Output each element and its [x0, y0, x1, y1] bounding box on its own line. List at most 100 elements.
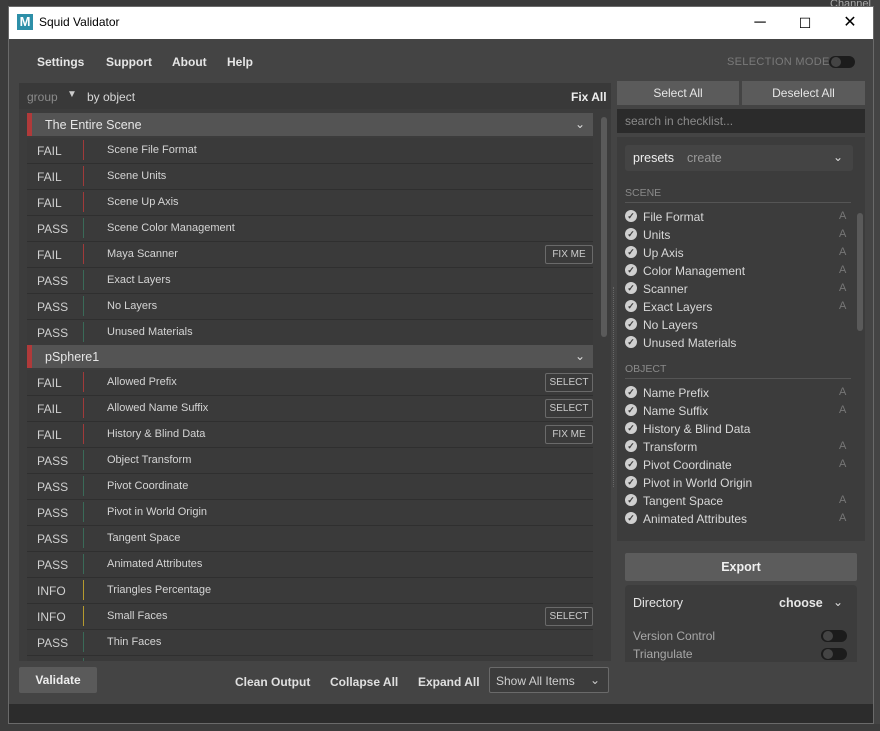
status-separator [83, 140, 84, 160]
check-circle-icon[interactable]: ✓ [625, 210, 637, 222]
minimize-button[interactable]: ─ [737, 7, 783, 39]
check-circle-icon[interactable]: ✓ [625, 318, 637, 330]
result-row[interactable]: PASS Animated Attributes [27, 552, 593, 578]
directory-choose-button[interactable]: choose [779, 596, 823, 610]
maximize-button[interactable]: ☐ [782, 7, 828, 39]
result-row[interactable]: FAIL Scene File Format [27, 138, 593, 164]
collapse-all-button[interactable]: Collapse All [330, 675, 398, 689]
results-scrollbar[interactable] [601, 117, 607, 337]
result-row[interactable]: FAIL Scene Units [27, 164, 593, 190]
close-button[interactable]: ✕ [827, 7, 873, 39]
checklist-item[interactable]: ✓ Name Prefix A [625, 384, 851, 402]
checklist-item[interactable]: ✓ Up Axis A [625, 244, 851, 262]
status-separator [83, 424, 84, 444]
check-circle-icon[interactable]: ✓ [625, 386, 637, 398]
select-all-button[interactable]: Select All [617, 81, 739, 105]
export-button[interactable]: Export [625, 553, 857, 581]
check-circle-icon[interactable]: ✓ [625, 422, 637, 434]
checklist-item[interactable]: ✓ Pivot Coordinate A [625, 456, 851, 474]
check-circle-icon[interactable]: ✓ [625, 440, 637, 452]
result-row[interactable]: PASS Pivot in World Origin [27, 500, 593, 526]
result-row[interactable]: FAIL Allowed Prefix SELECT [27, 370, 593, 396]
result-row[interactable]: PASS Object Transform [27, 448, 593, 474]
status-separator [83, 398, 84, 418]
deselect-all-button[interactable]: Deselect All [742, 81, 865, 105]
presets-create[interactable]: create [687, 151, 722, 165]
panel-splitter[interactable] [613, 287, 615, 487]
result-row[interactable]: PASSN-Gons [27, 656, 593, 661]
auto-fix-tag: A [839, 440, 847, 452]
section-header-psphere1[interactable]: pSphere1 ⌄ [27, 345, 593, 368]
checklist-item[interactable]: ✓ Exact Layers A [625, 298, 851, 316]
checklist-item[interactable]: ✓ Units A [625, 226, 851, 244]
result-row[interactable]: FAIL Allowed Name Suffix SELECT [27, 396, 593, 422]
checklist-item-label: Up Axis [643, 246, 684, 260]
result-row[interactable]: PASS Exact Layers [27, 268, 593, 294]
fix-all-button[interactable]: Fix All [571, 90, 607, 104]
clean-output-button[interactable]: Clean Output [235, 675, 310, 689]
check-circle-icon[interactable]: ✓ [625, 512, 637, 524]
section-header-scene[interactable]: The Entire Scene ⌄ [27, 113, 593, 136]
export-option-toggle[interactable] [821, 648, 847, 660]
checklist-item[interactable]: ✓ Transform A [625, 438, 851, 456]
chevron-down-icon[interactable]: ⌄ [833, 595, 843, 609]
check-circle-icon[interactable]: ✓ [625, 336, 637, 348]
result-row[interactable]: PASS Tangent Space [27, 526, 593, 552]
checklist-item[interactable]: ✓ Color Management A [625, 262, 851, 280]
checklist-item[interactable]: ✓ No Layers [625, 316, 851, 334]
fix-me-button[interactable]: FIX ME [545, 425, 593, 444]
check-circle-icon[interactable]: ✓ [625, 246, 637, 258]
result-row[interactable]: FAIL Scene Up Axis [27, 190, 593, 216]
checklist-item[interactable]: ✓ Scanner A [625, 280, 851, 298]
check-circle-icon[interactable]: ✓ [625, 282, 637, 294]
show-items-select[interactable]: Show All Items ⌄ [489, 667, 609, 693]
result-row[interactable]: PASS Pivot Coordinate [27, 474, 593, 500]
menu-settings[interactable]: Settings [37, 55, 84, 69]
result-row[interactable]: PASS Scene Color Management [27, 216, 593, 242]
checklist-item[interactable]: ✓ Unused Materials [625, 334, 851, 352]
result-row[interactable]: PASS Unused Materials [27, 320, 593, 346]
check-circle-icon[interactable]: ✓ [625, 228, 637, 240]
result-row[interactable]: INFO Triangles Percentage [27, 578, 593, 604]
auto-fix-tag: A [839, 494, 847, 506]
check-circle-icon[interactable]: ✓ [625, 404, 637, 416]
checklist-item[interactable]: ✓ Pivot in World Origin [625, 474, 851, 492]
check-circle-icon[interactable]: ✓ [625, 458, 637, 470]
check-circle-icon[interactable]: ✓ [625, 494, 637, 506]
fix-me-button[interactable]: FIX ME [545, 245, 593, 264]
check-circle-icon[interactable]: ✓ [625, 300, 637, 312]
checklist-item[interactable]: ✓ Tangent Space A [625, 492, 851, 510]
menu-about[interactable]: About [172, 55, 207, 69]
menu-support[interactable]: Support [106, 55, 152, 69]
presets-dropdown[interactable]: presets create ⌄ [625, 145, 853, 171]
expand-all-button[interactable]: Expand All [418, 675, 480, 689]
select-button[interactable]: SELECT [545, 607, 593, 626]
checklist-scrollbar[interactable] [857, 213, 863, 331]
result-row[interactable]: FAIL History & Blind Data FIX ME [27, 422, 593, 448]
checklist-search-input[interactable] [617, 109, 865, 133]
select-button[interactable]: SELECT [545, 373, 593, 392]
check-circle-icon[interactable]: ✓ [625, 264, 637, 276]
checklist-item[interactable]: ✓ Animated Attributes A [625, 510, 851, 528]
selection-mode-toggle[interactable] [829, 56, 855, 68]
checklist-item[interactable]: ✓ File Format A [625, 208, 851, 226]
result-status: INFO [37, 584, 66, 598]
export-option: Triangulate [633, 645, 849, 663]
checklist-item[interactable]: ✓ Name Suffix A [625, 402, 851, 420]
chevron-down-icon[interactable]: ⌄ [833, 150, 843, 164]
chevron-down-icon[interactable]: ⌄ [575, 349, 585, 363]
chevron-down-icon[interactable]: ▼ [67, 89, 77, 100]
group-select[interactable]: group [27, 90, 58, 104]
export-option-toggle[interactable] [821, 630, 847, 642]
result-row[interactable]: PASS No Layers [27, 294, 593, 320]
result-row[interactable]: PASS Thin Faces [27, 630, 593, 656]
check-circle-icon[interactable]: ✓ [625, 476, 637, 488]
validate-button[interactable]: Validate [19, 667, 97, 693]
menu-help[interactable]: Help [227, 55, 253, 69]
checklist-item[interactable]: ✓ History & Blind Data [625, 420, 851, 438]
chevron-down-icon[interactable]: ⌄ [575, 117, 585, 131]
result-row[interactable]: FAIL Maya Scanner FIX ME [27, 242, 593, 268]
result-row[interactable]: INFO Small Faces SELECT [27, 604, 593, 630]
chevron-down-icon[interactable]: ⌄ [590, 673, 600, 687]
select-button[interactable]: SELECT [545, 399, 593, 418]
